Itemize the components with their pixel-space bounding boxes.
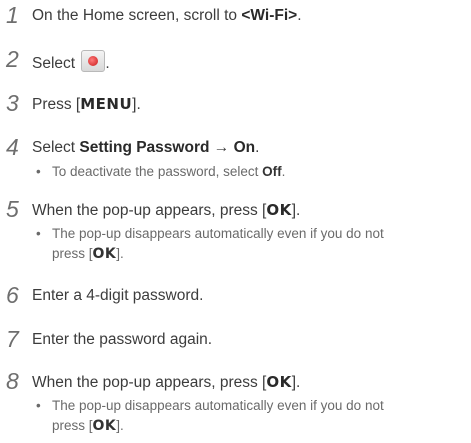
- note-text: .: [281, 164, 286, 179]
- step-number: 1: [6, 2, 19, 28]
- note-text-line: press [OK].: [52, 416, 463, 436]
- step-number: 7: [6, 326, 19, 352]
- step-text-part: ].: [132, 96, 141, 113]
- ok-key-label: OK: [92, 418, 117, 434]
- step-text-part: Enter the password again.: [32, 331, 213, 348]
- step-text-part: ].: [291, 374, 301, 391]
- step-text-part: When the pop-up appears, press [: [32, 202, 267, 219]
- step-note: • The pop-up disappears automatically ev…: [36, 224, 463, 268]
- step-text: On the Home screen, scroll to <Wi-Fi>.: [32, 6, 463, 26]
- ok-key-label: OK: [266, 201, 292, 219]
- wifi-menu-label: <Wi-Fi>: [241, 7, 298, 24]
- note-text: The pop-up disappears automatically even…: [52, 226, 384, 241]
- step-number: 6: [6, 282, 19, 308]
- bullet-icon: •: [36, 398, 41, 413]
- bullet-icon: •: [36, 164, 41, 179]
- note-text: The pop-up disappears automatically even…: [52, 398, 384, 413]
- step-text: When the pop-up appears, press [OK].: [32, 200, 463, 221]
- note-text: press [: [52, 418, 93, 433]
- step-text-part: .: [297, 7, 302, 24]
- ok-key-label: OK: [266, 373, 292, 391]
- off-option-label: Off: [262, 164, 282, 179]
- bullet-icon: •: [36, 226, 41, 241]
- step-number: 3: [6, 90, 19, 116]
- note-text: To deactivate the password, select: [52, 164, 263, 179]
- arrow-icon: →: [209, 139, 234, 156]
- note-text: ].: [116, 418, 124, 433]
- step-text-part: Select: [32, 55, 80, 72]
- step-number: 4: [6, 134, 19, 160]
- step-text-part: When the pop-up appears, press [: [32, 374, 267, 391]
- step-text: Press [MENU].: [32, 94, 463, 115]
- step-text: Enter a 4-digit password.: [32, 286, 463, 306]
- on-option-label: On: [233, 139, 256, 156]
- step-note: • The pop-up disappears automatically ev…: [36, 396, 463, 440]
- step-text: When the pop-up appears, press [OK].: [32, 372, 463, 393]
- step-number: 2: [6, 46, 19, 72]
- step-text-part: Enter a 4-digit password.: [32, 287, 204, 304]
- step-text: Select Setting Password → On.: [32, 138, 463, 158]
- note-text: press [: [52, 246, 93, 261]
- note-text: ].: [116, 246, 124, 261]
- step-text-part: Press [: [32, 96, 81, 113]
- ok-key-label: OK: [92, 246, 117, 262]
- wifi-lock-icon: [81, 50, 106, 72]
- step-number: 8: [6, 368, 19, 394]
- step-text-part: ].: [291, 202, 301, 219]
- note-text-line: press [OK].: [52, 244, 463, 264]
- setting-password-label: Setting Password: [79, 139, 210, 156]
- menu-key-label: MENU: [80, 95, 133, 113]
- step-text: Select .: [32, 50, 463, 74]
- step-text-part: .: [255, 139, 260, 156]
- step-text-part: Select: [32, 139, 80, 156]
- step-number: 5: [6, 196, 19, 222]
- step-text-part: On the Home screen, scroll to: [32, 7, 242, 24]
- step-text: Enter the password again.: [32, 330, 463, 350]
- step-text-part: .: [105, 55, 110, 72]
